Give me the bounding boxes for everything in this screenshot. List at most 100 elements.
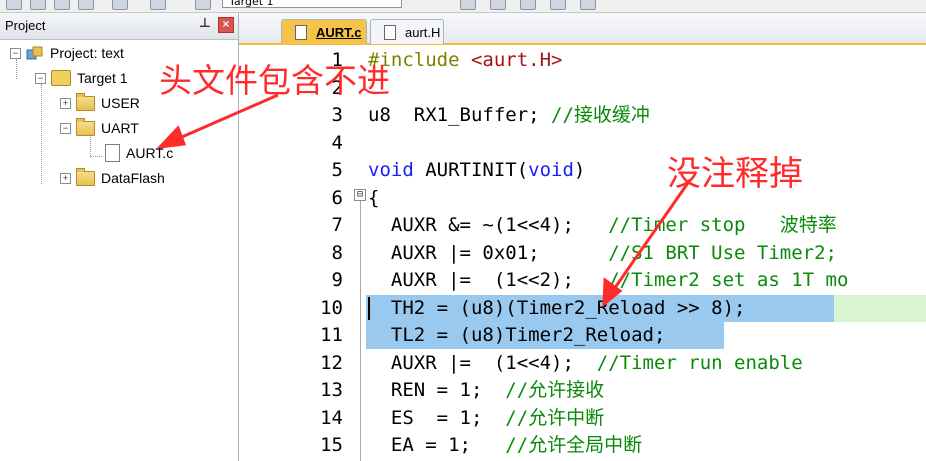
file-icon	[105, 144, 120, 162]
stop-build-icon[interactable]	[112, 0, 128, 10]
code-token: EA = 1;	[368, 434, 506, 456]
code-keyword: void	[368, 159, 414, 181]
code-line[interactable]: 8 AUXR |= 0x01; //S1 BRT Use Timer2;	[239, 240, 926, 268]
options-icon[interactable]	[195, 0, 211, 10]
code-text: AUXR |= (1<<2); //Timer2 set as 1T mo	[368, 267, 849, 295]
tab-aurt-c[interactable]: AURT.c	[281, 19, 367, 44]
code-comment: //允许中断	[505, 406, 605, 429]
code-line[interactable]: 9 AUXR |= (1<<2); //Timer2 set as 1T mo	[239, 267, 926, 295]
line-number: 5	[331, 159, 343, 181]
code-token: AUXR |= (1<<2);	[368, 269, 609, 291]
line-number: 7	[331, 214, 343, 236]
code-text: AUXR |= 0x01; //S1 BRT Use Timer2;	[368, 240, 837, 268]
tree-item-group-label: USER	[101, 95, 140, 111]
document-icon	[295, 24, 307, 40]
code-token: RX1_Buffer;	[390, 104, 552, 126]
code-text: AUXR &= ~(1<<4); //Timer stop 波特率	[368, 212, 837, 240]
code-line[interactable]: 6 {	[239, 185, 926, 213]
annotation-comment-note: 没注释掉	[667, 154, 803, 194]
tree-item-target-label: Target 1	[77, 70, 128, 86]
code-token: ES = 1;	[368, 406, 506, 429]
build-icon[interactable]	[520, 0, 536, 10]
collapse-icon[interactable]: −	[60, 122, 71, 134]
tree-item-project-label: Project: text	[50, 45, 124, 61]
tree-item-group-uart[interactable]: − UART	[60, 117, 139, 139]
code-comment: //接收缓冲	[551, 104, 650, 126]
editor-tabbar: AURT.c aurt.H	[239, 13, 926, 45]
close-icon[interactable]: ×	[218, 17, 234, 33]
folder-icon	[76, 92, 95, 111]
tree-item-group-label: UART	[101, 120, 139, 136]
expand-icon[interactable]: +	[60, 172, 71, 184]
code-line[interactable]: 12 AUXR |= (1<<4); //Timer run enable	[239, 350, 926, 378]
tree-item-group-user[interactable]: + USER	[60, 92, 140, 114]
project-panel-header: Project ⊥ ×	[0, 13, 238, 40]
code-line[interactable]: 13 REN = 1; //允许接收	[239, 377, 926, 405]
rebuild-icon[interactable]	[54, 0, 70, 10]
code-token: AURTINIT(	[413, 159, 529, 181]
code-text: EA = 1; //允许全局中断	[368, 432, 642, 460]
tab-label: aurt.H	[405, 24, 441, 40]
translate-icon[interactable]	[6, 0, 22, 10]
code-line[interactable]: 5 void AURTINIT(void)	[239, 157, 926, 185]
code-comment: //允许全局中断	[505, 434, 643, 456]
project-icon	[26, 46, 44, 60]
expand-icon[interactable]: +	[60, 97, 71, 109]
tree-item-file-label: AURT.c	[126, 145, 174, 161]
target-select[interactable]: Target 1	[222, 0, 402, 8]
folder-icon	[76, 167, 95, 186]
code-text: AUXR |= (1<<4); //Timer run enable	[368, 350, 803, 378]
tree-item-group-dataflash[interactable]: + DataFlash	[60, 167, 165, 189]
tree-item-target[interactable]: − Target 1	[35, 67, 128, 89]
code-comment: //Timer stop 波特率	[608, 214, 837, 236]
line-number: 4	[331, 131, 343, 154]
project-panel-title: Project	[5, 18, 46, 33]
batch-build-icon[interactable]	[78, 0, 94, 10]
manage-icon[interactable]	[460, 0, 476, 10]
code-line[interactable]: 15 EA = 1; //允许全局中断	[239, 432, 926, 460]
download-icon[interactable]	[150, 0, 166, 10]
tree-item-project[interactable]: − Project: text	[10, 42, 124, 64]
code-token: )	[573, 159, 586, 181]
code-comment: //S1 BRT Use Timer2;	[608, 241, 837, 264]
code-text: TH2 = (u8)(Timer2_Reload >> 8);	[368, 296, 746, 319]
code-line[interactable]: 4	[239, 130, 926, 158]
tree-item-file-aurt-c[interactable]: AURT.c	[105, 142, 173, 164]
code-text: #include <aurt.H>	[368, 47, 562, 75]
annotation-header-note: 头文件包含不进	[159, 61, 390, 100]
code-line[interactable]: 7 AUXR &= ~(1<<4); //Timer stop 波特率	[239, 212, 926, 240]
line-number: 12	[320, 351, 343, 374]
code-line-current[interactable]: 10 TH2 = (u8)(Timer2_Reload >> 8);	[239, 294, 926, 323]
tree-item-group-label: DataFlash	[101, 170, 165, 186]
code-line[interactable]: 11 TL2 = (u8)Timer2_Reload;	[239, 322, 926, 350]
line-number: 3	[331, 104, 343, 126]
target-icon	[51, 70, 71, 86]
line-number: 6	[331, 186, 343, 209]
code-token: REN = 1;	[368, 379, 506, 401]
collapse-icon[interactable]: −	[35, 72, 46, 84]
document-icon	[384, 24, 396, 40]
code-comment: //Timer run enable	[596, 351, 803, 374]
code-line[interactable]: 3 u8 RX1_Buffer; //接收缓冲	[239, 102, 926, 130]
code-line[interactable]: 14 ES = 1; //允许中断	[239, 405, 926, 433]
code-comment: //Timer2 set as 1T mo	[608, 269, 849, 291]
options-icon[interactable]	[550, 0, 566, 10]
collapse-icon[interactable]: −	[10, 47, 21, 59]
current-line-highlight	[834, 294, 926, 322]
build-icon[interactable]	[30, 0, 46, 10]
code-text: void AURTINIT(void)	[368, 157, 585, 185]
code-text: TL2 = (u8)Timer2_Reload;	[368, 324, 666, 346]
code-token: u8	[368, 104, 391, 126]
folder-open-icon	[76, 117, 95, 136]
line-number: 9	[331, 269, 343, 291]
pin-icon[interactable]: ⊥	[199, 16, 211, 31]
line-number: 15	[320, 434, 343, 456]
translate-icon[interactable]	[490, 0, 506, 10]
code-text: REN = 1; //允许接收	[368, 377, 604, 405]
code-token: AUXR |= 0x01;	[368, 241, 609, 264]
code-text: {	[368, 186, 380, 209]
tab-aurt-h[interactable]: aurt.H	[370, 19, 444, 44]
toolbar: Target 1	[0, 0, 926, 13]
manage-icon[interactable]	[580, 0, 596, 10]
line-number: 11	[320, 324, 343, 346]
